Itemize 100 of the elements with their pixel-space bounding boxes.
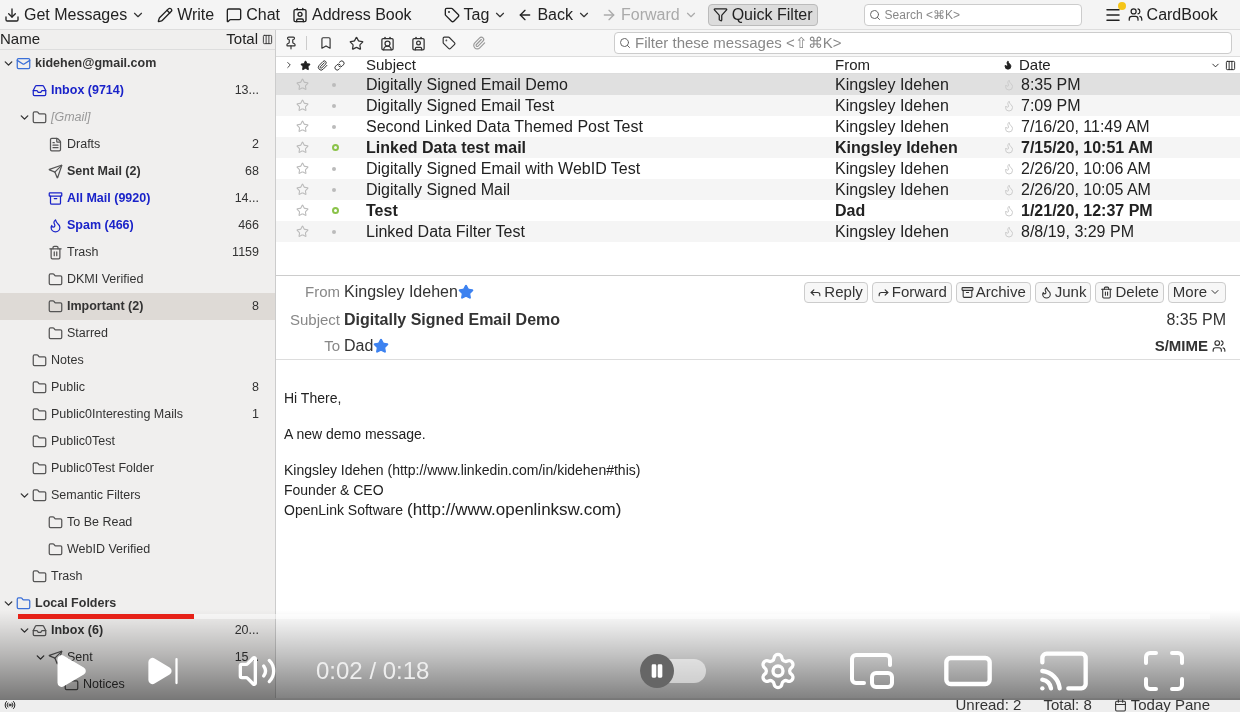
filter-field[interactable]: Filter these messages <⇧⌘K>: [614, 32, 1232, 54]
contact-icon[interactable]: [380, 35, 395, 51]
contact-card-icon[interactable]: [411, 35, 426, 51]
folder-row[interactable]: Public0Test Folder: [0, 455, 275, 482]
folder-row[interactable]: Spam (466) 466: [0, 212, 275, 239]
folder-total: 466: [238, 217, 259, 235]
folder-row[interactable]: Notes: [0, 347, 275, 374]
toggle-knob[interactable]: [640, 654, 674, 688]
flame-icon[interactable]: [1003, 60, 1013, 70]
message-row[interactable]: Linked Data Filter Test Kingsley Idehen 8/8/19, 3:29 PM: [276, 221, 1240, 242]
folder-name: Important (2): [67, 298, 144, 316]
star-icon[interactable]: [373, 338, 390, 354]
quick-filter-button[interactable]: Quick Filter: [707, 3, 818, 26]
pause-icon: [649, 663, 665, 679]
security-label[interactable]: S/MIME: [1154, 334, 1208, 358]
star-icon[interactable]: [300, 59, 311, 71]
toolbar-button[interactable]: Chat: [222, 2, 284, 27]
folder-row[interactable]: Important (2) 8: [0, 293, 275, 320]
column-header[interactable]: Date: [1019, 53, 1210, 77]
chat-icon: [226, 6, 243, 23]
pin-icon[interactable]: [284, 36, 298, 50]
paperclip-icon[interactable]: [317, 59, 328, 71]
body-text: Founder & CEO: [284, 481, 384, 500]
folder-name: Trash: [51, 568, 83, 586]
action-button[interactable]: More: [1167, 281, 1226, 303]
folder-name: Local Folders: [35, 595, 117, 613]
folder-row[interactable]: Public0Interesting Mails 1: [0, 401, 275, 428]
toolbar-button[interactable]: Tag: [439, 2, 512, 27]
folder-total: 13...: [234, 82, 259, 100]
star-icon[interactable]: [296, 225, 309, 238]
folder-row[interactable]: Trash 1159: [0, 239, 275, 266]
column-picker-icon[interactable]: [1225, 59, 1236, 71]
toolbar-button[interactable]: Get Messages: [0, 2, 150, 27]
star-icon[interactable]: [296, 204, 309, 217]
message-row[interactable]: Digitally Signed Email Demo Kingsley Idehen 8:35 PM: [276, 74, 1240, 95]
folder-row[interactable]: Inbox (9714) 13...: [0, 77, 275, 104]
folder-row[interactable]: To Be Read: [0, 509, 275, 536]
archive-icon: [960, 285, 974, 299]
folder-total: 68: [245, 163, 259, 181]
folder-row[interactable]: Starred: [0, 320, 275, 347]
star-icon[interactable]: [296, 183, 309, 196]
action-button[interactable]: Delete: [1095, 281, 1164, 303]
unread-count: Unread: 2: [955, 698, 1022, 712]
action-button[interactable]: Forward: [871, 281, 952, 303]
action-button[interactable]: Junk: [1034, 281, 1092, 303]
message-row[interactable]: Digitally Signed Mail Kingsley Idehen 2/26/20, 10:05 AM: [276, 179, 1240, 200]
star-icon[interactable]: [296, 141, 309, 154]
message-row[interactable]: Digitally Signed Email Test Kingsley Idehen 7:09 PM: [276, 95, 1240, 116]
folder-row[interactable]: All Mail (9920) 14...: [0, 185, 275, 212]
folder-row[interactable]: Public0Test: [0, 428, 275, 455]
star-icon[interactable]: [457, 284, 474, 300]
folder-row[interactable]: Semantic Filters: [0, 482, 275, 509]
folder-row[interactable]: Trash: [0, 563, 275, 590]
body-text: OpenLink Software: [284, 501, 405, 520]
autoplay-toggle[interactable]: [640, 654, 706, 688]
action-button[interactable]: Archive: [955, 281, 1031, 303]
paperclip-icon[interactable]: [472, 36, 486, 50]
tag-icon[interactable]: [442, 36, 456, 50]
folder-name: Starred: [67, 325, 108, 343]
sender-name[interactable]: Kingsley Idehen: [344, 280, 458, 304]
toolbar-button[interactable]: Address Book: [288, 2, 416, 27]
folder-name: Notes: [51, 352, 84, 370]
column-picker-icon[interactable]: [262, 34, 273, 45]
folder-row[interactable]: Sent Mail (2) 68: [0, 158, 275, 185]
action-button[interactable]: Reply: [804, 281, 868, 303]
message-row[interactable]: Linked Data test mail Kingsley Idehen 7/15/20, 10:51 AM: [276, 137, 1240, 158]
folder-row[interactable]: Drafts 2: [0, 131, 275, 158]
column-header[interactable]: Total: [226, 28, 258, 51]
star-icon[interactable]: [296, 78, 309, 91]
folder-row[interactable]: WebID Verified: [0, 536, 275, 563]
folder-total: 1: [252, 406, 259, 424]
sender-cell-text: Kingsley Idehen: [835, 179, 950, 200]
toolbar-button[interactable]: Back: [513, 2, 595, 27]
folder-row[interactable]: kidehen@gmail.com: [0, 50, 275, 77]
subject-cell-text: Digitally Signed Mail: [366, 179, 512, 200]
folder-row[interactable]: DKMI Verified: [0, 266, 275, 293]
folder-icon: [32, 569, 47, 584]
star-icon[interactable]: [349, 35, 364, 51]
toolbar-button[interactable]: Write: [153, 2, 219, 27]
link-icon[interactable]: [334, 59, 345, 71]
link-text[interactable]: (http://www.openlinksw.com): [406, 500, 622, 520]
column-header[interactable]: Subject: [366, 53, 835, 77]
settings-icon[interactable]: [758, 651, 798, 691]
folder-name: Public0Interesting Mails: [51, 406, 183, 424]
column-header[interactable]: From: [835, 53, 1003, 77]
progress-track[interactable]: [18, 614, 1210, 619]
star-icon[interactable]: [296, 162, 309, 175]
star-icon[interactable]: [296, 99, 309, 112]
bookmark-icon[interactable]: [319, 36, 333, 50]
download-icon: [4, 6, 20, 23]
thread-icon[interactable]: [284, 60, 294, 70]
column-header[interactable]: Name: [0, 28, 40, 51]
star-icon[interactable]: [296, 120, 309, 133]
recipient-name[interactable]: Dad: [344, 334, 374, 358]
cardbook-button[interactable]: CardBook: [1127, 2, 1218, 27]
total-count: Total: 8: [1043, 698, 1092, 712]
date-cell-text: 8:35 PM: [1021, 74, 1081, 95]
search-field[interactable]: Search <⌘K>: [863, 3, 1082, 26]
folder-row[interactable]: Public 8: [0, 374, 275, 401]
field-label: To: [323, 335, 340, 356]
